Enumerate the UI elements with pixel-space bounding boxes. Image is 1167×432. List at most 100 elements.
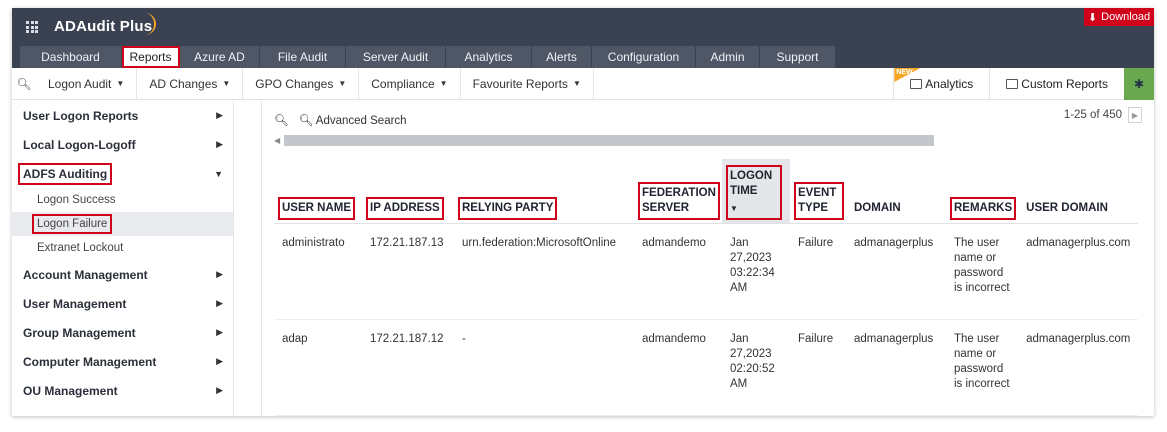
cell-ip-address: 172.21.187.13 bbox=[362, 223, 454, 320]
column-header-domain[interactable]: DOMAIN bbox=[846, 159, 946, 224]
top-header: ADAudit Plus ⬇ Download Dashboard Report… bbox=[12, 8, 1154, 68]
column-header-federation-server[interactable]: FEDERATION SERVER bbox=[634, 159, 722, 224]
table-row[interactable]: administrato 172.21.187.13 urn.federatio… bbox=[274, 223, 1139, 320]
logon-failure-table: USER NAME IP ADDRESS RELYING PARTY FEDER… bbox=[274, 159, 1139, 416]
sidebar-subitem-extranet-lockout[interactable]: Extranet Lockout bbox=[12, 236, 233, 260]
chevron-right-icon: ▶ bbox=[216, 269, 223, 279]
menu-compliance[interactable]: Compliance ▼ bbox=[359, 67, 461, 100]
sidebar-item-label: Logon Failure bbox=[31, 214, 113, 234]
sidebar-item-label: Local Logon-Logoff bbox=[23, 137, 136, 152]
caret-down-icon: ▼ bbox=[338, 79, 347, 88]
column-label: REMARKS bbox=[949, 196, 1017, 220]
menu-ad-changes[interactable]: AD Changes ▼ bbox=[137, 67, 244, 100]
cell-domain: admanagerplus bbox=[846, 319, 946, 416]
caret-down-icon: ▼ bbox=[116, 79, 125, 88]
chevron-right-icon: ▶ bbox=[216, 327, 223, 337]
cell-event-type: Failure bbox=[790, 223, 846, 320]
menu-label: Logon Audit bbox=[48, 76, 112, 91]
search-icon[interactable]: 🔍︎ bbox=[12, 77, 36, 91]
sidebar-item-group-management[interactable]: Group Management ▶ bbox=[12, 318, 233, 347]
quick-search-icon[interactable]: 🔍︎ bbox=[274, 113, 289, 127]
column-header-logon-time[interactable]: LOGON TIME ▼ bbox=[722, 159, 790, 224]
menu-label: AD Changes bbox=[149, 76, 218, 91]
column-label: LOGON TIME bbox=[730, 169, 773, 197]
download-button[interactable]: ⬇ Download bbox=[1084, 8, 1154, 26]
sidebar-item-label: OU Management bbox=[23, 383, 118, 398]
menu-favourite-reports[interactable]: Favourite Reports ▼ bbox=[461, 67, 594, 100]
column-header-ip-address[interactable]: IP ADDRESS bbox=[362, 159, 454, 224]
main-tabs: Dashboard Reports Azure AD File Audit Se… bbox=[20, 46, 836, 68]
cell-logon-time: Jan 27,2023 02:20:52 AM bbox=[722, 319, 790, 416]
menu-label: GPO Changes bbox=[255, 76, 334, 91]
advanced-search-icon: 🔍︎ bbox=[298, 115, 314, 127]
app-logo[interactable]: ADAudit Plus bbox=[54, 18, 152, 35]
cell-remarks: The user name or password is incorrect bbox=[946, 319, 1019, 416]
sidebar-item-account-management[interactable]: Account Management ▶ bbox=[12, 260, 233, 289]
cell-event-type: Failure bbox=[790, 319, 846, 416]
caret-down-icon: ▼ bbox=[222, 79, 231, 88]
column-label: EVENT TYPE bbox=[794, 181, 844, 220]
cell-domain: admanagerplus bbox=[846, 223, 946, 320]
menu-gpo-changes[interactable]: GPO Changes ▼ bbox=[243, 67, 360, 100]
table-row[interactable]: adap 172.21.187.12 - admandemo Jan 27,20… bbox=[274, 319, 1139, 416]
cell-remarks: The user name or password is incorrect bbox=[946, 223, 1019, 320]
sidebar-subitem-logon-success[interactable]: Logon Success bbox=[12, 188, 233, 212]
analytics-label: Analytics bbox=[925, 77, 974, 91]
advanced-search-link[interactable]: 🔍︎ Advanced Search bbox=[299, 113, 407, 127]
horizontal-scrollbar[interactable]: ◀ bbox=[274, 135, 934, 146]
menu-label: Favourite Reports bbox=[472, 76, 568, 91]
custom-reports-label: Custom Reports bbox=[1021, 77, 1108, 91]
caret-down-icon: ▼ bbox=[572, 79, 581, 88]
divider bbox=[261, 101, 262, 416]
caret-down-icon: ▼ bbox=[439, 79, 448, 88]
custom-reports-button[interactable]: Custom Reports bbox=[989, 68, 1124, 100]
tab-file-audit[interactable]: File Audit bbox=[260, 46, 346, 68]
logo-swoosh-icon bbox=[142, 13, 156, 35]
tab-server-audit[interactable]: Server Audit bbox=[346, 46, 446, 68]
tab-reports[interactable]: Reports bbox=[122, 46, 180, 68]
sidebar-item-label: Computer Management bbox=[23, 354, 157, 369]
column-label: USER NAME bbox=[277, 196, 356, 220]
support-icon[interactable]: ✱ bbox=[1124, 68, 1154, 100]
next-page-icon[interactable]: ▶ bbox=[1128, 107, 1142, 123]
column-header-user-name[interactable]: USER NAME bbox=[274, 159, 362, 224]
column-label: FEDERATION SERVER bbox=[638, 181, 720, 220]
column-label: USER DOMAIN bbox=[1026, 201, 1108, 214]
column-header-remarks[interactable]: REMARKS bbox=[946, 159, 1019, 224]
column-header-relying-party[interactable]: RELYING PARTY bbox=[454, 159, 634, 224]
tab-alerts[interactable]: Alerts bbox=[532, 46, 592, 68]
cell-user-name: adap bbox=[274, 319, 362, 416]
app-grid-icon[interactable] bbox=[26, 21, 38, 33]
download-icon: ⬇ bbox=[1087, 11, 1098, 24]
column-header-event-type[interactable]: EVENT TYPE bbox=[790, 159, 846, 224]
sort-desc-icon: ▼ bbox=[730, 203, 738, 213]
tab-configuration[interactable]: Configuration bbox=[592, 46, 696, 68]
scroll-left-icon[interactable]: ◀ bbox=[274, 135, 280, 146]
report-content: 🔍︎ 🔍︎ Advanced Search 1-25 of 450 ▶ ◀ US… bbox=[234, 101, 1154, 416]
menu-logon-audit[interactable]: Logon Audit ▼ bbox=[36, 67, 138, 100]
cell-federation-server: admandemo bbox=[634, 319, 722, 416]
sidebar-item-local-logon-logoff[interactable]: Local Logon-Logoff ▶ bbox=[12, 130, 233, 159]
tab-azure-ad[interactable]: Azure AD bbox=[180, 46, 260, 68]
sidebar-subitem-logon-failure[interactable]: Logon Failure bbox=[12, 212, 233, 236]
tab-admin[interactable]: Admin bbox=[696, 46, 760, 68]
cell-ip-address: 172.21.187.12 bbox=[362, 319, 454, 416]
app-window: ADAudit Plus ⬇ Download Dashboard Report… bbox=[12, 8, 1154, 416]
sidebar-item-user-management[interactable]: User Management ▶ bbox=[12, 289, 233, 318]
cell-logon-time: Jan 27,2023 03:22:34 AM bbox=[722, 223, 790, 320]
scrollbar-thumb[interactable] bbox=[284, 135, 934, 146]
download-label: Download bbox=[1101, 11, 1151, 23]
sidebar-item-computer-management[interactable]: Computer Management ▶ bbox=[12, 347, 233, 376]
chevron-right-icon: ▶ bbox=[216, 298, 223, 308]
chevron-right-icon: ▶ bbox=[216, 356, 223, 366]
monitor-icon bbox=[910, 79, 923, 89]
sidebar-item-adfs-auditing[interactable]: ADFS Auditing ▼ bbox=[12, 159, 233, 188]
tab-dashboard[interactable]: Dashboard bbox=[20, 46, 122, 68]
tab-analytics[interactable]: Analytics bbox=[446, 46, 532, 68]
sidebar-item-user-logon-reports[interactable]: User Logon Reports ▶ bbox=[12, 101, 233, 130]
tab-support[interactable]: Support bbox=[760, 46, 836, 68]
analytics-button[interactable]: NEW Analytics bbox=[893, 68, 989, 100]
sidebar-item-ou-management[interactable]: OU Management ▶ bbox=[12, 376, 233, 405]
report-icon bbox=[1006, 79, 1019, 89]
column-header-user-domain[interactable]: USER DOMAIN bbox=[1018, 159, 1139, 224]
